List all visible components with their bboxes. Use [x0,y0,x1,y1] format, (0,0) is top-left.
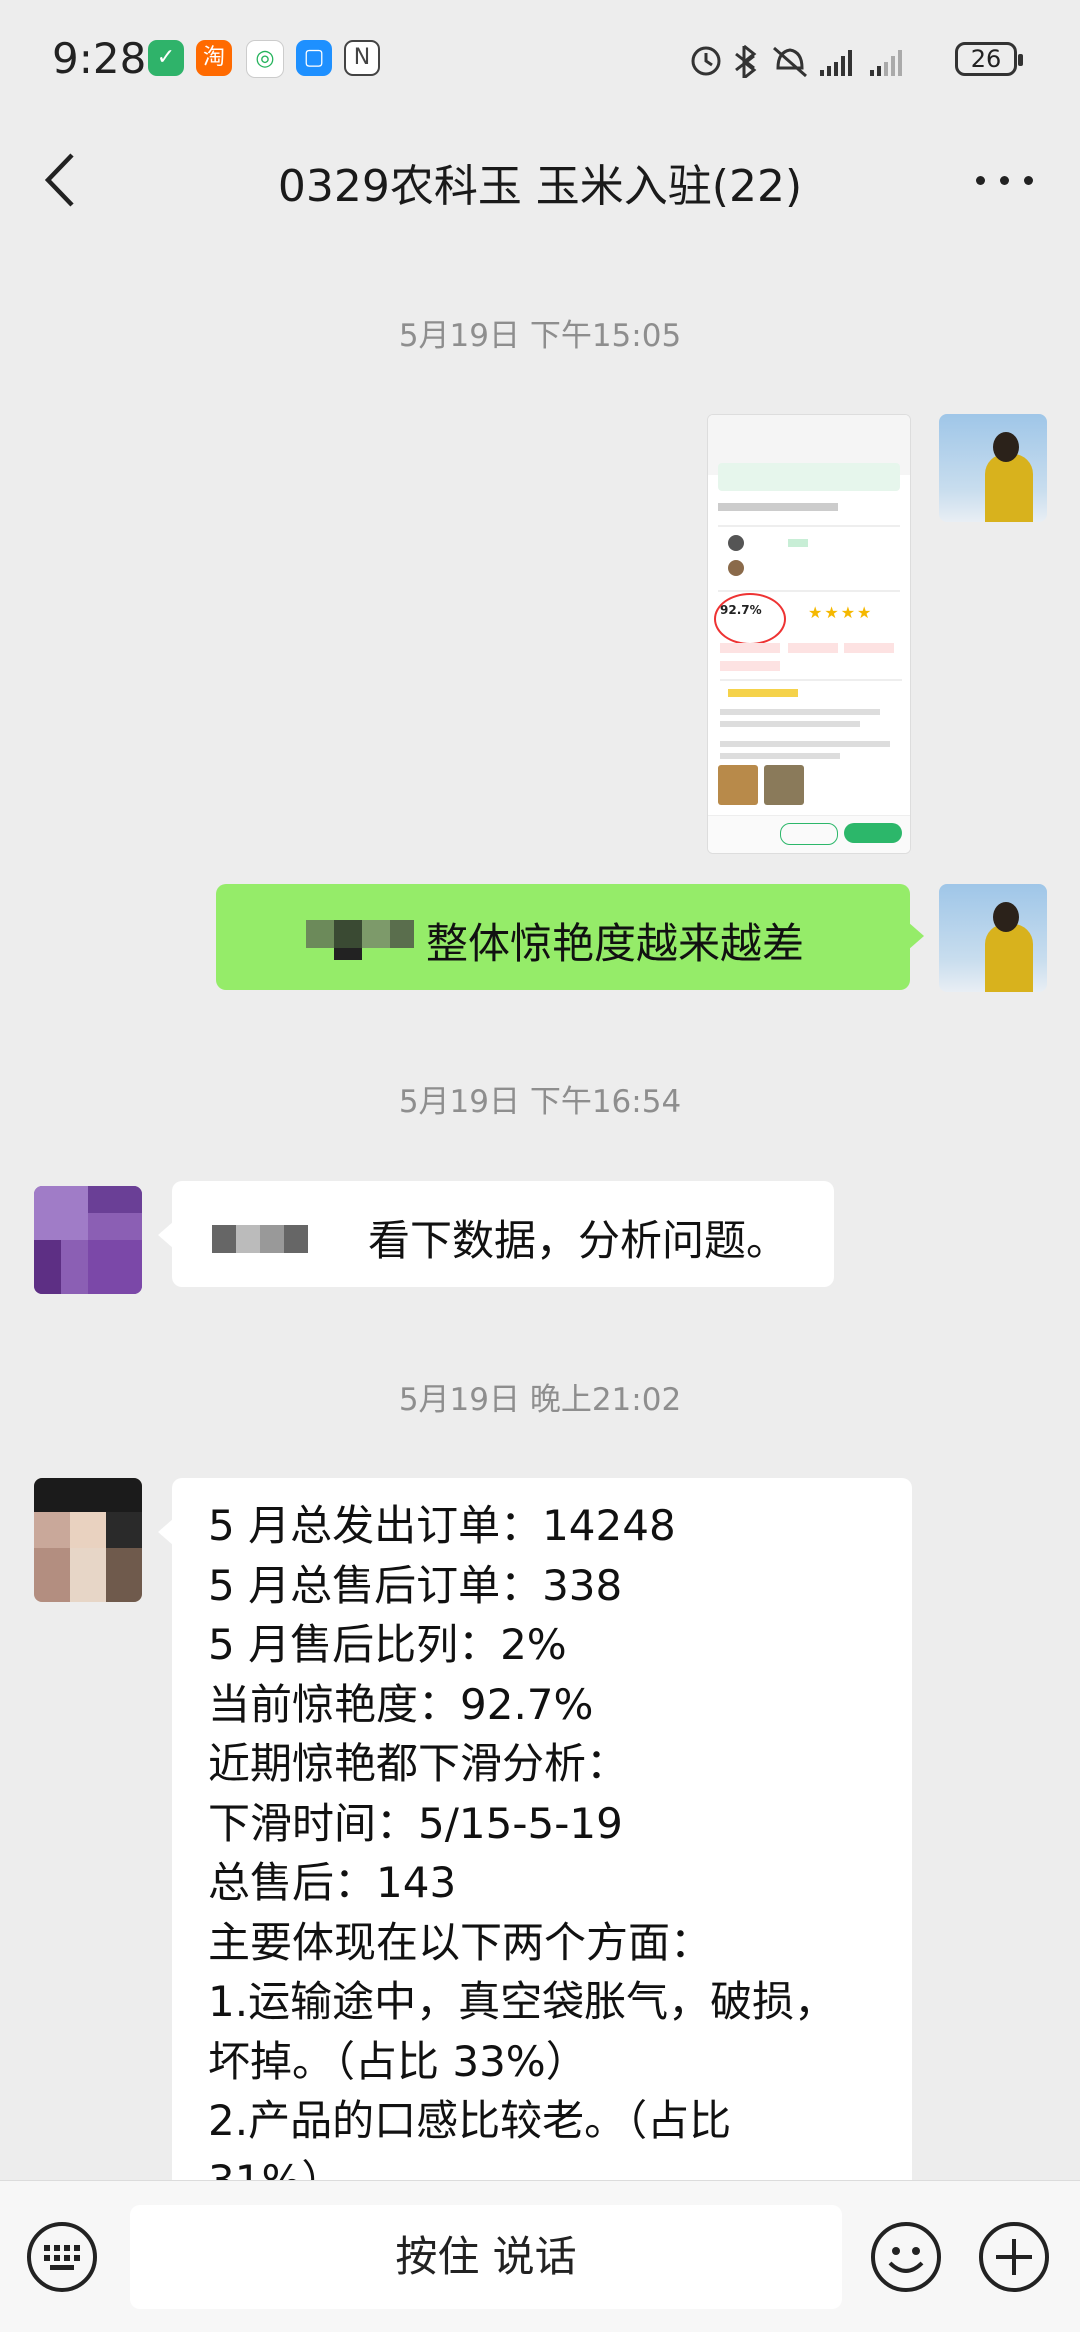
message-line: 近期惊艳都下滑分析： [208,1739,629,1788]
message-line: 坏掉。（占比 33%） [208,2036,588,2086]
message-line: 下滑时间：5/15-5-19 [208,1798,623,1848]
message-line: 5 月总发出订单：14248 [208,1501,676,1550]
chat-header: 0329农科玉 玉米入驻(22) [0,120,1080,240]
sent-message-bubble[interactable]: 整体惊艳度越来越差 [216,884,924,990]
timestamp: 5月19日 下午16:54 [398,1084,682,1120]
message-line: 当前惊艳度：92.7% [208,1679,594,1729]
message-line: 主要体现在以下两个方面： [208,1917,713,1967]
thumb-stars: ★★★★ [808,603,874,622]
message-line: 5 月售后比列：2% [208,1620,567,1669]
contact-avatar[interactable] [34,1186,142,1294]
hold-to-talk-button[interactable]: 按住 说话 [130,2205,842,2309]
add-more-icon[interactable] [978,2221,1050,2293]
received-message-bubble[interactable]: 看下数据，分析问题。 [158,1181,834,1287]
mute-icon [773,46,807,78]
input-bar: 按住 说话 [0,2180,1080,2332]
message-line: 总售后：143 [208,1858,457,1907]
alarm-icon [691,46,721,76]
my-avatar[interactable] [939,884,1047,992]
nfc-icon: N [344,40,380,76]
message-line: 5 月总售后订单：338 [208,1560,623,1610]
status-time: 9:28 [52,34,147,83]
contact-avatar[interactable] [34,1478,142,1602]
chat-title: 0329农科玉 玉米入驻(22) [277,161,803,212]
signal-icon-1 [820,50,852,76]
sent-message-text: 整体惊艳度越来越差 [426,919,805,968]
message-icon: ▢ [296,40,332,76]
timestamp: 5月19日 晚上21:02 [398,1382,682,1418]
sent-screenshot-image[interactable]: 92.7% ★★★★ [707,414,911,854]
timestamp: 5月19日 下午15:05 [398,318,682,354]
taobao-icon: 淘 [196,40,232,76]
status-right-icons [691,44,902,78]
received-message-text: 看下数据，分析问题。 [368,1216,789,1265]
battery-icon: 26 [955,42,1023,76]
emoji-icon[interactable] [870,2221,942,2293]
received-long-message-bubble[interactable]: 5 月总发出订单：14248 5 月总售后订单：338 5 月售后比列：2% 当… [158,1478,912,2205]
signal-icon-2 [870,50,902,76]
back-icon[interactable] [40,145,100,215]
status-bar: 9:28 ✓ 淘 ◎ ▢ N 26 [0,0,1080,120]
message-line: 2.产品的口感比较老。（占比 [208,2096,732,2145]
more-options-icon[interactable] [970,148,1040,208]
keyboard-icon[interactable] [26,2221,98,2293]
cloud-icon: ◎ [246,40,284,78]
my-avatar[interactable] [939,414,1047,522]
message-line: 1.运输途中，真空袋胀气，破损， [208,1977,837,2026]
bluetooth-icon [735,44,757,78]
app-green-icon: ✓ [148,40,184,76]
received-long-message-text: 5 月总发出订单：14248 5 月总售后订单：338 5 月售后比列：2% 当… [208,1496,868,2210]
